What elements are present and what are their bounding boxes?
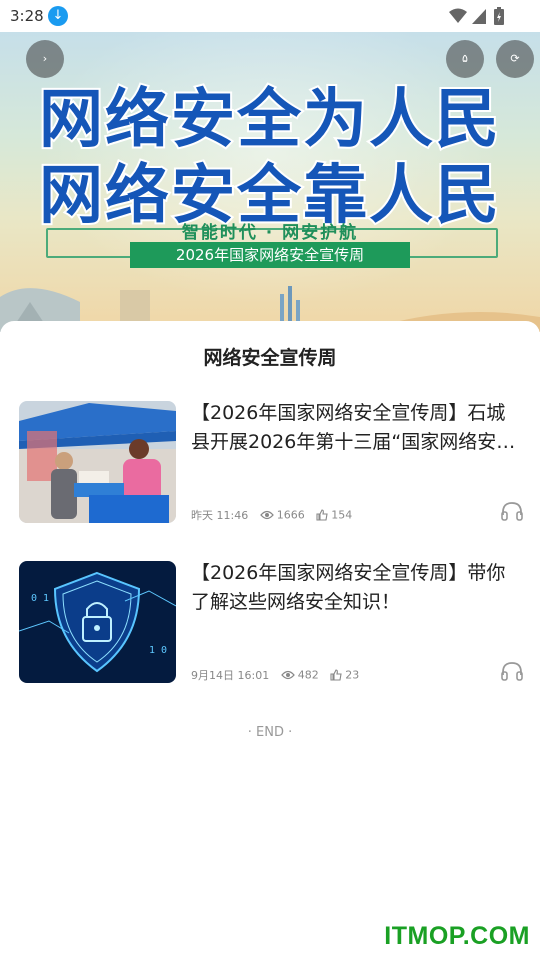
likes-thumb-icon — [330, 669, 342, 681]
share-button[interactable]: ۵ — [446, 40, 484, 78]
end-marker: · END · — [247, 725, 293, 740]
status-time: 3:28 — [10, 7, 44, 25]
likes-thumb-icon — [316, 509, 328, 521]
views-eye-icon — [280, 670, 295, 680]
article-meta: 9月14日 16:01 482 23 — [191, 667, 359, 683]
headphone-icon[interactable] — [501, 661, 523, 681]
article-item[interactable]: 【2026年国家网络安全宣传周】石城县开展2026年第十三届“国家网络安全宣传周… — [19, 401, 529, 525]
refresh-button[interactable]: ⟳ — [496, 40, 534, 78]
article-title: 【2026年国家网络安全宣传周】石城县开展2026年第十三届“国家网络安全宣传周… — [191, 402, 516, 453]
content-sheet: 网络安全宣传周 【2026年国家网络安全宣传周】石城县开展2026年第十三届“国… — [0, 321, 540, 960]
watermark-logo: ITMOP.COM — [384, 922, 530, 950]
article-item[interactable]: 0 1 1 0 【2026年国家网络安全宣传周】带你了解这些网络安全知识！ 9月… — [19, 561, 529, 685]
headphone-icon[interactable] — [501, 501, 523, 521]
hero-subtitle: 智能时代 · 网安护航 — [181, 223, 359, 243]
article-views: 482 — [297, 668, 319, 682]
svg-text:0 1: 0 1 — [31, 593, 49, 604]
cell-signal-icon — [472, 9, 486, 24]
article-thumbnail: 0 1 1 0 — [19, 561, 176, 683]
download-icon: ↓ — [48, 6, 68, 26]
article-thumbnail — [19, 401, 176, 523]
battery-charging-icon — [494, 7, 504, 25]
hero-badge: 2026年国家网络安全宣传周 — [130, 242, 410, 268]
article-meta: 昨天 11:46 1666 154 — [191, 507, 352, 523]
views-eye-icon — [259, 510, 274, 520]
page-title: 网络安全宣传周 — [203, 347, 337, 369]
article-likes: 23 — [345, 668, 360, 682]
back-button[interactable]: › — [26, 40, 64, 78]
article-date: 9月14日 16:01 — [191, 669, 270, 682]
status-bar: 3:28 ↓ — [0, 0, 540, 32]
article-title: 【2026年国家网络安全宣传周】带你了解这些网络安全知识！ — [191, 562, 506, 613]
wifi-icon — [449, 8, 467, 23]
svg-text:1 0: 1 0 — [149, 645, 167, 656]
article-likes: 154 — [331, 508, 353, 522]
article-views: 1666 — [276, 508, 305, 522]
article-date: 昨天 11:46 — [191, 509, 249, 522]
